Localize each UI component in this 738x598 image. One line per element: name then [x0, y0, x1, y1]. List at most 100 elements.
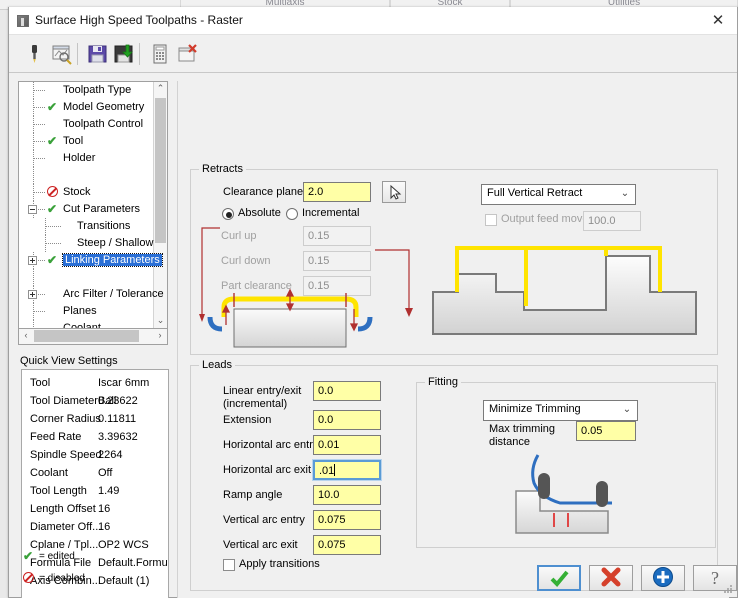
tree-item-steep-shallow[interactable]: Steep / Shallow — [19, 235, 155, 252]
tree-horizontal-scrollbar[interactable]: ‹ › — [18, 329, 168, 345]
tree-item-transitions[interactable]: Transitions — [19, 218, 155, 235]
linear-entry-exit-input[interactable]: 0.0 — [313, 381, 381, 401]
tree-item-planes[interactable]: Planes — [19, 303, 155, 320]
field-value: .01 — [319, 465, 335, 477]
tree-line — [45, 243, 61, 244]
quick-view-key: Length Offset — [30, 503, 96, 515]
tree-collapse-icon[interactable] — [28, 205, 37, 214]
retract-mode-select[interactable]: Full Vertical Retract ⌄ — [481, 184, 636, 205]
quick-view-value: 16 — [98, 503, 111, 515]
incremental-label: Incremental — [302, 207, 360, 219]
vertical-arc-entry-input[interactable]: 0.075 — [313, 510, 381, 530]
tree-item-toolpath-type[interactable]: Toolpath Type — [19, 82, 155, 99]
radio-dot — [286, 208, 298, 220]
quick-view-value: 0.23622 — [98, 395, 138, 407]
scroll-left-icon[interactable]: ‹ — [19, 329, 33, 343]
tree-item-label: Cut Parameters — [63, 203, 141, 215]
tree-item-label: Model Geometry — [63, 101, 145, 113]
retracts-legend: Retracts — [202, 163, 243, 175]
field-value: 0.0 — [318, 414, 334, 426]
fitting-mode-value: Minimize Trimming — [489, 403, 581, 415]
delete-entry-icon[interactable] — [177, 43, 199, 65]
tree-expand-icon[interactable] — [28, 256, 37, 265]
field-value: 0.075 — [318, 514, 346, 526]
disabled-ban-icon — [23, 572, 34, 583]
fitting-legend: Fitting — [428, 376, 458, 388]
fitting-preview-graphic — [515, 454, 612, 534]
tree-item-tool[interactable]: ✔ Tool — [19, 133, 155, 150]
tree-expand-icon[interactable] — [28, 290, 37, 299]
calculator-icon[interactable] — [149, 43, 171, 65]
edited-legend: = edited — [39, 551, 75, 562]
quick-view-key: Tool Diameter — [30, 395, 98, 407]
dialog-window: Surface High Speed Toolpaths - Raster ✕ — [8, 7, 738, 598]
tree-line — [33, 90, 45, 91]
quick-view-key: Diameter Off... — [30, 521, 102, 533]
chevron-down-icon[interactable]: ⌄ — [621, 404, 633, 416]
field-value: 10.0 — [318, 489, 340, 501]
max-trimming-input[interactable]: 0.05 — [576, 421, 636, 441]
horizontal-arc-exit-label: Horizontal arc exit — [223, 464, 312, 476]
parameter-tree[interactable]: Toolpath Type ✔ Model Geometry Toolpath Con… — [18, 81, 168, 329]
field-value: 0.0 — [318, 385, 334, 397]
ramp-angle-label: Ramp angle — [223, 489, 283, 501]
tree-item-toolpath-control[interactable]: Toolpath Control — [19, 116, 155, 133]
clearance-plane-input[interactable]: 2.0 — [303, 182, 371, 202]
ramp-angle-input[interactable]: 10.0 — [313, 485, 381, 505]
quick-view-key: Feed Rate — [30, 431, 82, 443]
dialog-titlebar[interactable]: Surface High Speed Toolpaths - Raster ✕ — [9, 7, 737, 35]
tree-item-label: Toolpath Type — [63, 84, 132, 96]
scroll-thumb-horizontal[interactable] — [34, 330, 139, 342]
tree-item-model-geometry[interactable]: ✔ Model Geometry — [19, 99, 155, 116]
quick-view-value: Off — [98, 467, 113, 479]
edited-check-icon: ✔ — [47, 202, 58, 216]
quick-view-value: 1.49 — [98, 485, 120, 497]
apply-button[interactable] — [641, 565, 685, 591]
quick-view-row: Tool Length 1.49 — [22, 482, 168, 500]
save-as-defaults-icon[interactable] — [113, 43, 135, 65]
scroll-down-icon[interactable]: ⌄ — [154, 314, 167, 328]
absolute-label: Absolute — [238, 207, 281, 219]
scroll-up-icon[interactable]: ⌃ — [154, 82, 167, 96]
horizontal-arc-entry-input[interactable]: 0.01 — [313, 435, 381, 455]
parameters-pane: Retracts Clearance plane 2.0 Absolute In… — [177, 81, 729, 598]
extension-input[interactable]: 0.0 — [313, 410, 381, 430]
resize-gripper[interactable] — [724, 585, 734, 595]
tree-item-holder[interactable]: Holder — [19, 150, 155, 167]
scroll-right-icon[interactable]: › — [153, 329, 167, 343]
tree-item-label: Linking Parameters — [62, 253, 163, 267]
scroll-thumb[interactable] — [155, 98, 166, 243]
tree-spacer — [19, 269, 155, 286]
dialog-title: Surface High Speed Toolpaths - Raster — [35, 13, 243, 27]
tree-line — [45, 226, 61, 227]
tree-item-label: Steep / Shallow — [77, 237, 154, 249]
save-icon[interactable] — [87, 43, 109, 65]
tree-item-label: Coolant — [63, 322, 101, 329]
tree-item-cut-parameters[interactable]: ✔ Cut Parameters — [19, 201, 155, 218]
tree-line — [33, 167, 34, 184]
horizontal-arc-exit-input[interactable]: .01 — [312, 459, 382, 481]
max-trimming-label: Max trimming distance — [489, 423, 556, 448]
tree-item-linking-parameters[interactable]: ✔ Linking Parameters — [19, 252, 163, 269]
svg-text:?: ? — [711, 568, 719, 588]
chevron-down-icon[interactable]: ⌄ — [619, 188, 631, 200]
quick-view-value: 3.39632 — [98, 431, 138, 443]
tree-item-coolant[interactable]: Coolant — [19, 320, 155, 329]
ok-button[interactable] — [537, 565, 581, 591]
tool-icon[interactable] — [23, 43, 45, 65]
tree-item-arc-filter-tolerance[interactable]: Arc Filter / Tolerance — [19, 286, 164, 303]
tree-item-stock[interactable]: Stock — [19, 184, 155, 201]
output-feed-move-label: Output feed move — [501, 213, 589, 225]
quick-view-value: 0.11811 — [98, 413, 137, 425]
quick-view-value: 2264 — [98, 449, 123, 461]
cancel-button[interactable] — [589, 565, 633, 591]
close-icon[interactable]: ✕ — [705, 11, 731, 31]
quick-view-key: Tool Length — [30, 485, 87, 497]
extension-label: Extension — [223, 414, 272, 426]
clearance-plane-label: Clearance plane — [223, 186, 304, 198]
tree-line — [33, 141, 45, 142]
preview-toolpath-icon[interactable] — [51, 43, 73, 65]
tree-line — [33, 311, 45, 312]
fitting-mode-select[interactable]: Minimize Trimming ⌄ — [483, 400, 638, 421]
clearance-plane-pick-button[interactable] — [382, 181, 406, 203]
